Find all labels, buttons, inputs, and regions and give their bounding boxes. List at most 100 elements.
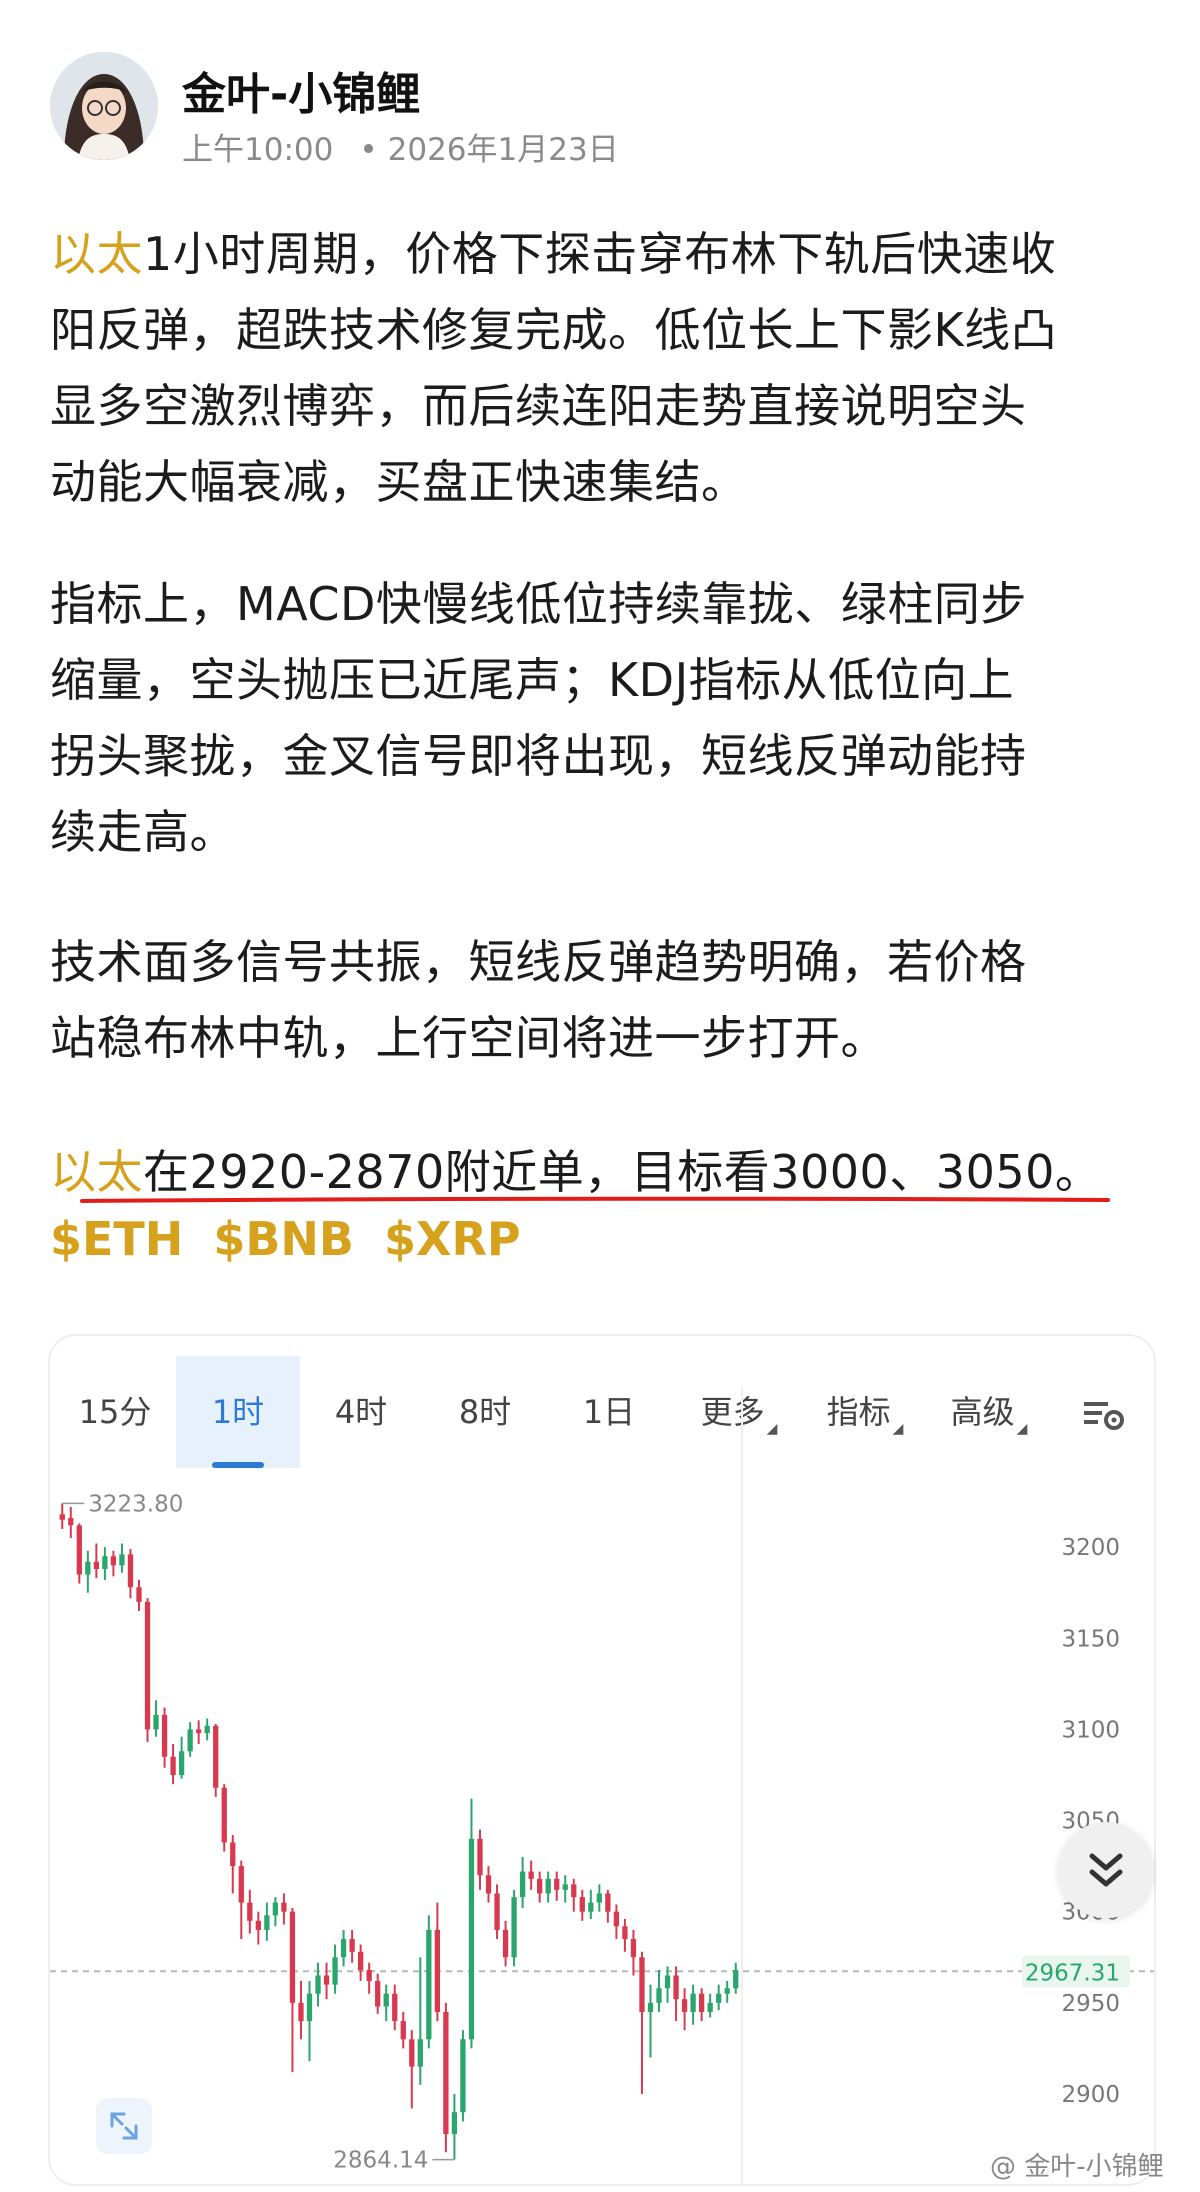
candle-body <box>349 1939 355 1952</box>
chart-card: 15分 1时 4时 8时 1日 更多 ◢ 指标 ◢ 高级 ◢ 3200 3150 3100… <box>48 1334 1156 2186</box>
candle-body <box>332 1957 338 1985</box>
candle-body <box>400 2021 406 2040</box>
candle-body <box>519 1871 526 1898</box>
candle-body <box>306 1993 313 2022</box>
candle-body <box>426 1929 432 2040</box>
candle-body <box>690 1993 696 2012</box>
candle-body <box>630 1939 637 1958</box>
expand-arrows-icon[interactable] <box>96 2098 152 2154</box>
candle-body <box>366 1970 372 1981</box>
candle-body <box>238 1866 244 1903</box>
candle-body <box>102 1556 108 1570</box>
paragraph-line: 指标上，MACD快慢线低位持续靠拢、绿柱同步 <box>50 577 1027 631</box>
candle-body <box>392 1993 398 2022</box>
candle-body <box>664 1975 671 1989</box>
candle-body <box>656 1988 662 2003</box>
candle-body <box>119 1554 125 1566</box>
post-time: 上午10:00 <box>182 132 334 168</box>
candle-body <box>255 1920 261 1930</box>
y-tick-label: 3100 <box>1061 1717 1120 1743</box>
candle-body <box>724 1988 730 1994</box>
y-tick-label: 2950 <box>1061 1991 1120 2017</box>
separator-dot: • <box>359 132 378 168</box>
watermark: @ 金叶-小锦鲤 <box>990 2152 1164 2182</box>
candle-body <box>502 1929 509 1958</box>
red-underline <box>80 1196 1110 1203</box>
candle-body <box>494 1893 500 1930</box>
candle-body <box>221 1787 227 1843</box>
candle-body <box>315 1975 321 1994</box>
candle-body <box>605 1893 611 1912</box>
candle-body <box>76 1525 82 1575</box>
candle-body <box>537 1878 543 1894</box>
double-chevron-down-icon <box>1089 1853 1123 1887</box>
candle-body <box>673 1975 679 2000</box>
candle-body <box>204 1725 210 1734</box>
candle-body <box>588 1902 594 1912</box>
candle-body <box>178 1751 185 1775</box>
candle-body <box>136 1587 142 1602</box>
tag-bnb[interactable]: $BNB <box>213 1212 354 1266</box>
candle-body <box>230 1842 236 1867</box>
candle-body <box>545 1878 551 1894</box>
paragraph-1: 以太1小时周期，价格下探击穿布林下轨后快速收 阳反弹，超跌技术修复完成。低位长上… <box>50 216 1160 520</box>
candle-body <box>85 1561 91 1575</box>
candle-body <box>272 1902 279 1916</box>
low-price-label: 2864.14 <box>333 2148 428 2174</box>
candle-body <box>289 1911 296 2003</box>
ticker-tags: $ETH $BNB $XRP <box>50 1212 535 1266</box>
paragraph-line: 缩量，空头抛压已近尾声；KDJ指标从低位向上 <box>50 653 1015 707</box>
candle-body <box>187 1729 193 1752</box>
candle-body <box>579 1897 585 1912</box>
candle-body <box>153 1714 159 1730</box>
candle-body <box>264 1915 270 1930</box>
candle-body <box>68 1517 74 1526</box>
paragraph-3: 技术面多信号共振，短线反弹趋势明确，若价格 站稳布林中轨，上行空间将进一步打开。 <box>50 924 1160 1076</box>
tag-xrp[interactable]: $XRP <box>384 1212 521 1266</box>
candle-body <box>528 1871 534 1879</box>
y-tick-label: 3150 <box>1061 1626 1120 1652</box>
candle-body <box>562 1884 568 1890</box>
candle-body <box>213 1725 219 1788</box>
candle-body <box>596 1893 602 1903</box>
paragraph-line: 以太1小时周期，价格下探击穿布林下轨后快速收 <box>50 216 1160 292</box>
candle-body <box>468 1838 475 2040</box>
candle-body <box>357 1951 364 1971</box>
current-price-label: 2967.31 <box>1025 1960 1120 1986</box>
highlight-eth-2[interactable]: 以太 <box>50 1145 143 1199</box>
candle-body <box>639 1957 645 2012</box>
candlestick-chart[interactable]: 32003150310030503000295029002967.313223.… <box>50 1336 1154 2184</box>
candle-body <box>298 2002 304 2022</box>
candle-body <box>434 1929 441 2012</box>
y-tick-label: 2900 <box>1061 2082 1120 2108</box>
candle-body <box>127 1554 134 1588</box>
candle-body <box>622 1926 628 1940</box>
paragraph-line: 拐头聚拢，金叉信号即将出现，短线反弹动能持 <box>50 729 1027 783</box>
candle-body <box>733 1970 739 1989</box>
candle-body <box>698 1993 705 2012</box>
candle-body <box>451 2112 458 2135</box>
y-tick-label: 3200 <box>1061 1535 1120 1561</box>
candle-body <box>93 1561 100 1570</box>
candle-body <box>460 2039 466 2113</box>
candle-body <box>681 1999 688 2012</box>
candle-body <box>716 1993 722 2003</box>
avatar[interactable] <box>50 52 158 160</box>
candle-body <box>409 2039 415 2067</box>
candle-body <box>161 1714 168 1757</box>
candle-body <box>571 1884 577 1898</box>
paragraph-line: 技术面多信号共振，短线反弹趋势明确，若价格 <box>50 935 1027 989</box>
candle-body <box>477 1838 483 1876</box>
line-text: 1小时周期，价格下探击穿布林下轨后快速收 <box>143 227 1057 281</box>
tag-eth[interactable]: $ETH <box>50 1212 183 1266</box>
author-name[interactable]: 金叶-小锦鲤 <box>182 58 420 122</box>
paragraph-2: 指标上，MACD快慢线低位持续靠拢、绿柱同步 缩量，空头抛压已近尾声；KDJ指标… <box>50 566 1160 870</box>
candle-body <box>375 1980 381 2007</box>
candle-body <box>647 2002 654 2012</box>
paragraph-line: 动能大幅衰减，买盘正快速集结。 <box>50 455 748 509</box>
candle-body <box>170 1756 176 1775</box>
scroll-down-button[interactable] <box>1058 1822 1154 1918</box>
candle-body <box>554 1878 560 1890</box>
highlight-eth[interactable]: 以太 <box>50 227 143 281</box>
candle-body <box>196 1729 202 1734</box>
